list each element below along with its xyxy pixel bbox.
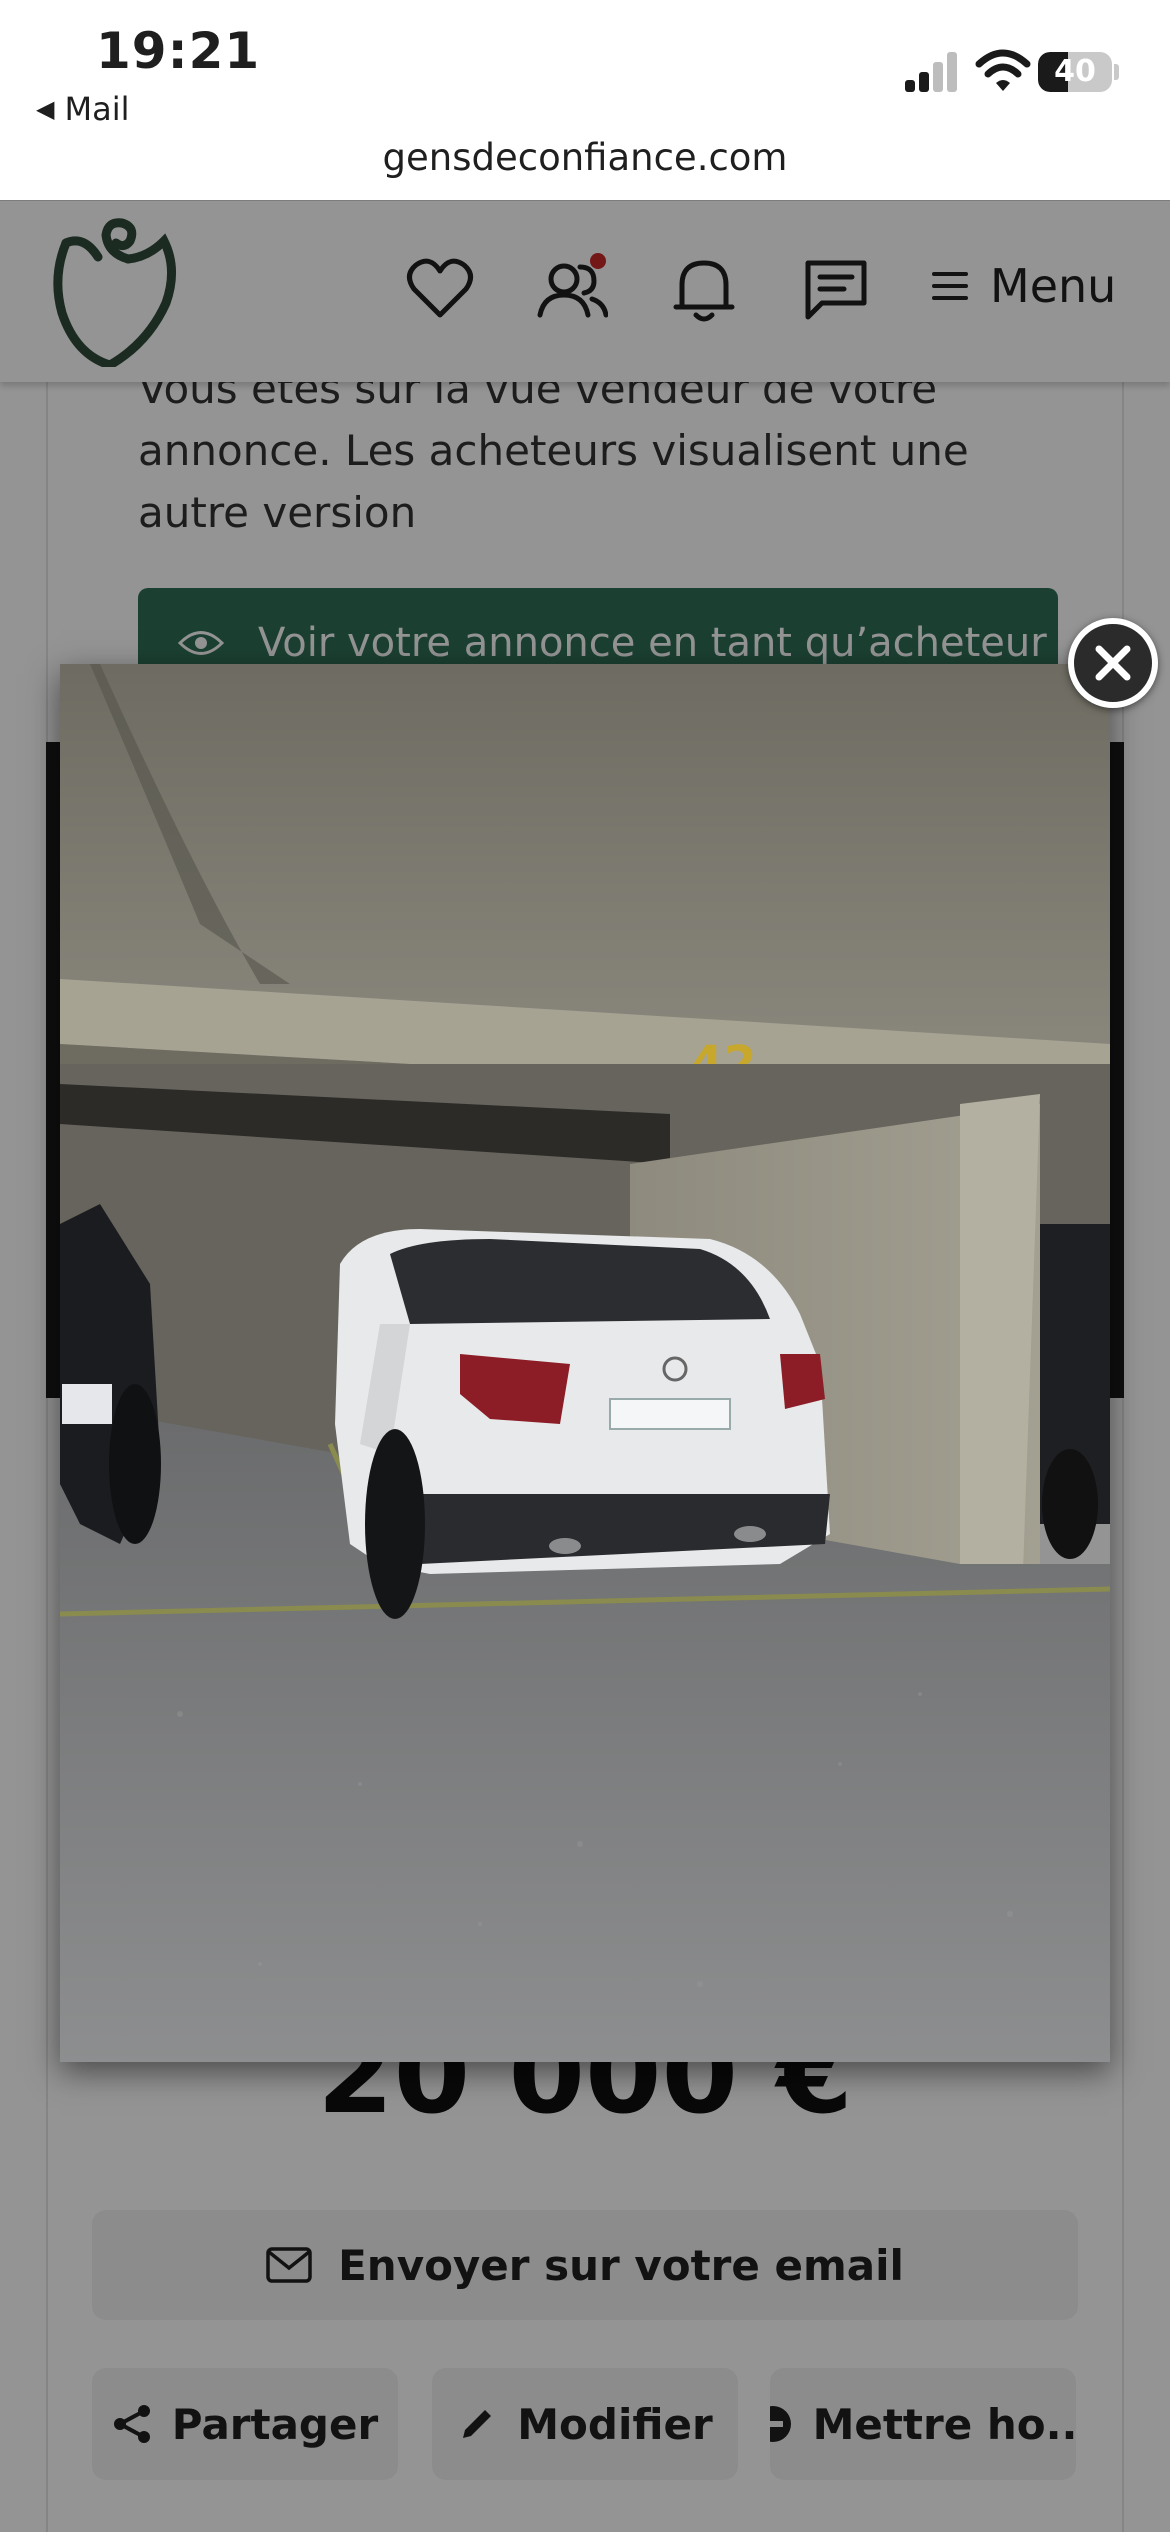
battery-tip — [1114, 64, 1119, 80]
address-bar-url[interactable]: gensdeconfiance.com — [0, 136, 1170, 179]
wifi-icon — [975, 48, 1031, 94]
battery-percentage: 40 — [1054, 54, 1096, 89]
status-time: 19:21 — [96, 22, 261, 80]
back-triangle-icon: ◀ — [36, 95, 55, 123]
back-mail-label: Mail — [64, 90, 130, 128]
cellular-signal-icon — [905, 52, 961, 92]
battery-icon: 40 — [1038, 52, 1112, 92]
parking-space-photo: 42 — [60, 664, 1110, 2062]
close-icon — [1095, 645, 1131, 681]
back-to-mail-link[interactable]: ◀ Mail — [36, 90, 129, 128]
photo-lightbox: 42 — [60, 664, 1110, 2062]
status-bar: 19:21 ◀ Mail 40 gensdeconfiance.com — [0, 0, 1170, 200]
close-lightbox-button[interactable] — [1068, 618, 1158, 708]
